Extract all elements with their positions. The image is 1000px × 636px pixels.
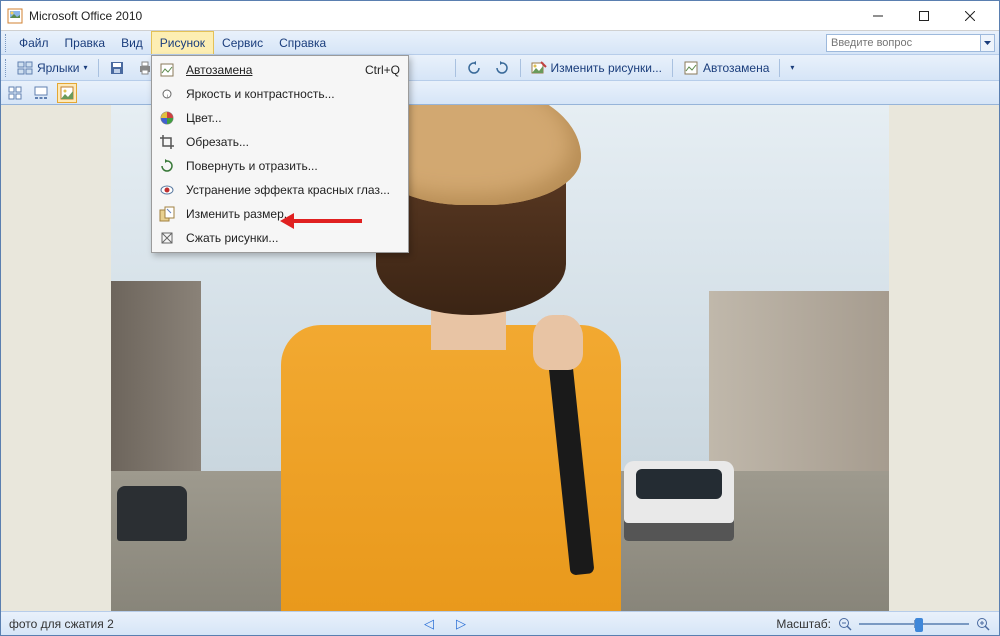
annotation-arrow [292, 219, 362, 223]
separator [455, 59, 456, 77]
menu-tools[interactable]: Сервис [214, 31, 271, 54]
resize-icon [158, 205, 176, 223]
menu-item-redeye[interactable]: Устранение эффекта красных глаз... [154, 178, 406, 202]
redeye-icon [158, 181, 176, 199]
menubar-grip[interactable] [5, 34, 9, 52]
toolbar-overflow-button[interactable]: ▾ [786, 61, 798, 74]
menu-item-label: Цвет... [186, 111, 400, 125]
menu-picture[interactable]: Рисунок [151, 31, 214, 54]
autocorrect-button[interactable]: Автозамена [679, 58, 773, 78]
shortcuts-icon [17, 60, 33, 76]
menu-item-label: Повернуть и отразить... [186, 159, 400, 173]
edit-pictures-icon [531, 60, 547, 76]
zoom-label: Масштаб: [776, 617, 831, 631]
menu-item-label: Обрезать... [186, 135, 400, 149]
separator [98, 59, 99, 77]
menu-file[interactable]: Файл [11, 31, 57, 54]
rotate-right-icon [494, 60, 510, 76]
chevron-down-icon: ▾ [84, 63, 88, 72]
view-filmstrip-button[interactable] [31, 83, 51, 103]
save-button[interactable] [105, 58, 129, 78]
separator [520, 59, 521, 77]
rotate-left-icon [466, 60, 482, 76]
menu-help[interactable]: Справка [271, 31, 334, 54]
crop-icon [158, 133, 176, 151]
view-thumbnails-button[interactable] [5, 83, 25, 103]
menubar: Файл Правка Вид Рисунок Сервис Справка А… [1, 31, 999, 55]
view-single-button[interactable] [57, 83, 77, 103]
autocorrect-icon [683, 60, 699, 76]
ask-dropdown-button[interactable] [981, 34, 995, 52]
rotate-left-button[interactable] [462, 58, 486, 78]
menu-item-label: Устранение эффекта красных глаз... [186, 183, 400, 197]
zoom-in-button[interactable] [975, 616, 991, 632]
zoom-controls: Масштаб: [776, 616, 991, 632]
shortcuts-button[interactable]: Ярлыки ▾ [13, 58, 92, 78]
zoom-slider[interactable] [859, 617, 969, 631]
color-icon [158, 109, 176, 127]
menu-item-compress[interactable]: Сжать рисунки... [154, 226, 406, 250]
edit-pictures-label: Изменить рисунки... [551, 61, 662, 75]
brightness-icon [158, 85, 176, 103]
titlebar: Microsoft Office 2010 [1, 1, 999, 31]
menu-item-crop[interactable]: Обрезать... [154, 130, 406, 154]
close-button[interactable] [947, 1, 993, 31]
autocorrect-icon [158, 61, 176, 79]
menu-item-label: Автозамена [186, 63, 355, 77]
separator [779, 59, 780, 77]
app-window: Microsoft Office 2010 Файл Правка Вид Ри… [0, 0, 1000, 636]
ask-input[interactable] [826, 34, 981, 52]
ask-box [826, 31, 995, 54]
menu-view[interactable]: Вид [113, 31, 151, 54]
maximize-button[interactable] [901, 1, 947, 31]
statusbar: фото для сжатия 2 ◁ ▷ Масштаб: [1, 611, 999, 635]
rotate-icon [158, 157, 176, 175]
nav-prev-button[interactable]: ◁ [424, 616, 434, 632]
menu-item-rotate[interactable]: Повернуть и отразить... [154, 154, 406, 178]
edit-pictures-button[interactable]: Изменить рисунки... [527, 58, 666, 78]
toolbar-grip[interactable] [5, 59, 9, 77]
rotate-right-button[interactable] [490, 58, 514, 78]
chevron-down-icon: ▾ [790, 63, 794, 72]
menu-item-label: Яркость и контрастность... [186, 87, 400, 101]
menu-item-color[interactable]: Цвет... [154, 106, 406, 130]
zoom-out-button[interactable] [837, 616, 853, 632]
app-title: Microsoft Office 2010 [29, 9, 855, 23]
status-nav: ◁ ▷ [122, 616, 769, 632]
app-icon [7, 8, 23, 24]
nav-next-button[interactable]: ▷ [456, 616, 466, 632]
shortcuts-label: Ярлыки [37, 61, 80, 75]
menu-item-shortcut: Ctrl+Q [365, 63, 400, 77]
menu-edit[interactable]: Правка [57, 31, 114, 54]
compress-icon [158, 229, 176, 247]
separator [672, 59, 673, 77]
status-filename: фото для сжатия 2 [9, 617, 114, 631]
save-icon [109, 60, 125, 76]
autocorrect-label: Автозамена [703, 61, 769, 75]
menu-item-brightness[interactable]: Яркость и контрастность... [154, 82, 406, 106]
menu-item-label: Сжать рисунки... [186, 231, 400, 245]
minimize-button[interactable] [855, 1, 901, 31]
menu-item-autocorrect[interactable]: Автозамена Ctrl+Q [154, 58, 406, 82]
